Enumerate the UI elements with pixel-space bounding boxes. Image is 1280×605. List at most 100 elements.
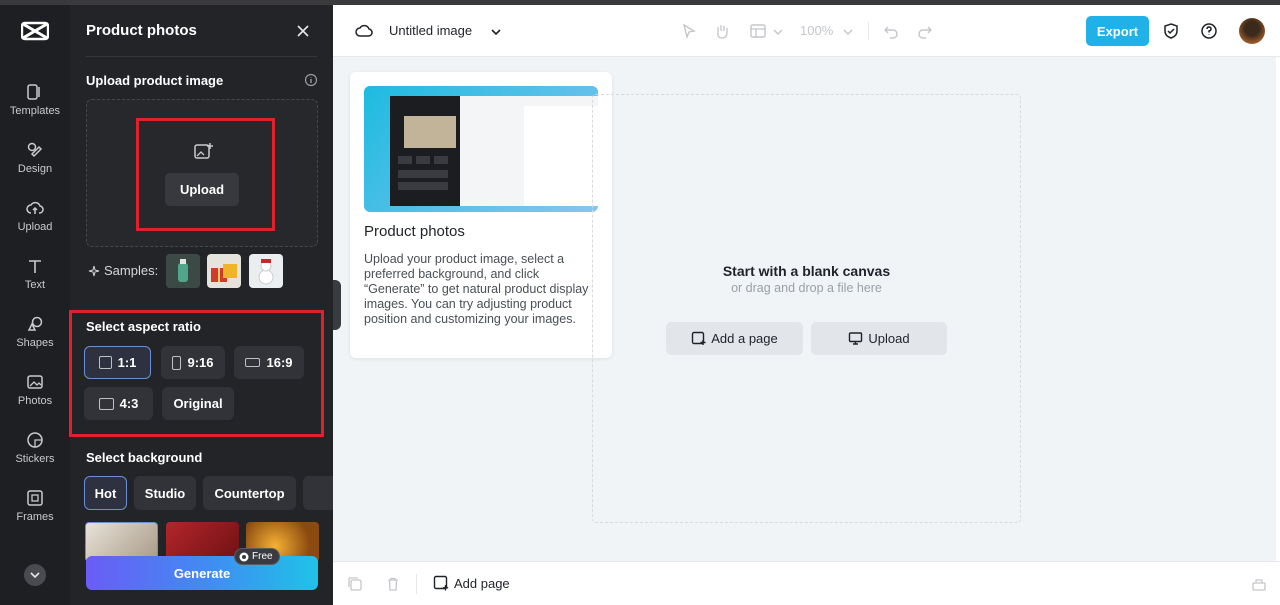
stickers-icon: [27, 432, 43, 448]
user-avatar[interactable]: [1239, 18, 1265, 44]
zoom-level[interactable]: 100%: [800, 23, 833, 38]
free-badge: Free: [234, 548, 280, 565]
capcut-logo-icon[interactable]: [21, 21, 49, 41]
generate-button[interactable]: Generate: [86, 556, 318, 590]
right-panel-edge: [1276, 57, 1280, 561]
cloud-sync-icon[interactable]: [355, 22, 373, 40]
top-bar: Untitled image 100% Export: [333, 5, 1280, 57]
rail-item-photos[interactable]: Photos: [0, 373, 70, 425]
background-tab-hot[interactable]: Hot: [84, 476, 127, 510]
blank-canvas-area[interactable]: [592, 94, 1021, 523]
sample-thumbnail-3[interactable]: [249, 254, 283, 288]
redo-icon[interactable]: [916, 22, 934, 40]
product-photos-panel: Product photos Upload product image Uplo…: [70, 5, 333, 605]
samples-label: Samples:: [88, 263, 158, 278]
tutorial-title: Product photos: [364, 223, 465, 240]
tutorial-screenshot-illustration: [390, 96, 598, 206]
panel-collapse-handle[interactable]: [333, 280, 341, 330]
add-image-icon: [194, 143, 213, 159]
delete-page-icon[interactable]: [385, 576, 401, 592]
info-icon[interactable]: [304, 73, 318, 87]
rail-label: Stickers: [15, 453, 55, 465]
left-rail: Templates Design Upload Text Shapes Phot…: [0, 5, 70, 605]
rail-label: Frames: [16, 511, 54, 523]
portrait-ratio-icon: [172, 355, 182, 370]
rail-item-templates[interactable]: Templates: [0, 83, 70, 135]
rail-item-shapes[interactable]: Shapes: [0, 315, 70, 367]
aspect-16-9-button[interactable]: 16:9: [234, 346, 304, 379]
background-tab-more[interactable]: [303, 476, 333, 510]
templates-icon: [27, 84, 40, 100]
sample-thumbnail-2[interactable]: [207, 254, 241, 288]
rail-item-stickers[interactable]: Stickers: [0, 431, 70, 483]
monitor-icon: [849, 332, 863, 345]
shield-icon[interactable]: [1162, 22, 1180, 40]
rail-item-upload[interactable]: Upload: [0, 199, 70, 251]
canvas-upload-button[interactable]: Upload: [811, 322, 947, 355]
rail-label: Design: [17, 163, 53, 175]
tutorial-card: Product photos Upload your product image…: [350, 72, 612, 358]
shapes-icon: [27, 316, 43, 331]
rail-label: Text: [24, 279, 46, 291]
chevron-down-icon[interactable]: [487, 23, 505, 41]
bottom-bar: Add page: [333, 561, 1280, 605]
frames-icon: [27, 490, 43, 506]
panel-divider: [86, 56, 317, 57]
rail-item-design[interactable]: Design: [0, 141, 70, 193]
blank-canvas-title: Start with a blank canvas: [722, 263, 891, 279]
chevron-down-icon[interactable]: [839, 23, 857, 41]
hand-pan-icon[interactable]: [713, 22, 731, 40]
add-page-icon: [692, 331, 706, 345]
layout-icon[interactable]: [749, 22, 767, 40]
close-icon[interactable]: [294, 22, 312, 40]
background-tab-studio[interactable]: Studio: [134, 476, 196, 510]
aspect-original-button[interactable]: Original: [162, 387, 234, 420]
chevron-down-icon[interactable]: [769, 23, 787, 41]
text-icon: [29, 260, 41, 273]
export-button[interactable]: Export: [1086, 16, 1149, 46]
tutorial-description: Upload your product image, select a pref…: [364, 252, 589, 326]
bottom-divider: [416, 574, 417, 594]
rail-label: Upload: [17, 221, 53, 233]
sample-thumbnail-1[interactable]: [166, 254, 200, 288]
upload-section-title: Upload product image: [86, 73, 224, 88]
chevron-down-icon: [30, 572, 40, 579]
layers-icon[interactable]: [1250, 575, 1268, 593]
add-a-page-button[interactable]: Add a page: [666, 322, 803, 355]
sample-gift-image: [207, 254, 241, 288]
more-tools-button[interactable]: [24, 564, 46, 586]
aspect-4-3-button[interactable]: 4:3: [84, 387, 153, 420]
tutorial-preview-image: [364, 86, 598, 212]
blank-canvas-subtitle: or drag and drop a file here: [731, 281, 882, 295]
photos-icon: [27, 375, 43, 389]
sample-bottle-image: [166, 254, 200, 288]
rail-label: Shapes: [16, 337, 54, 349]
square-ratio-icon: [98, 356, 112, 369]
aspect-9-16-button[interactable]: 9:16: [161, 346, 225, 379]
toolbar-divider: [868, 22, 869, 40]
landscape-ratio-icon: [245, 358, 261, 367]
add-page-icon: [433, 575, 449, 591]
undo-icon[interactable]: [882, 22, 900, 40]
add-page-button[interactable]: Add page: [433, 575, 510, 591]
sparkle-icon: [88, 265, 100, 276]
design-icon: [27, 142, 43, 158]
panel-title: Product photos: [86, 22, 197, 39]
select-pointer-icon[interactable]: [680, 22, 698, 40]
rail-label: Photos: [17, 395, 53, 407]
rail-label: Templates: [9, 105, 61, 117]
sample-snowman-image: [249, 254, 283, 288]
aspect-1-1-button[interactable]: 1:1: [84, 346, 151, 379]
rail-item-frames[interactable]: Frames: [0, 489, 70, 541]
four-three-ratio-icon: [98, 397, 114, 410]
aspect-ratio-title: Select aspect ratio: [86, 319, 201, 334]
coin-icon: [239, 552, 249, 561]
background-tab-countertop[interactable]: Countertop: [203, 476, 296, 510]
document-title[interactable]: Untitled image: [389, 23, 472, 38]
duplicate-page-icon[interactable]: [347, 576, 363, 592]
upload-cloud-icon: [26, 201, 44, 214]
background-title: Select background: [86, 450, 203, 465]
upload-button[interactable]: Upload: [165, 173, 239, 206]
rail-item-text[interactable]: Text: [0, 257, 70, 309]
help-icon[interactable]: [1200, 22, 1218, 40]
